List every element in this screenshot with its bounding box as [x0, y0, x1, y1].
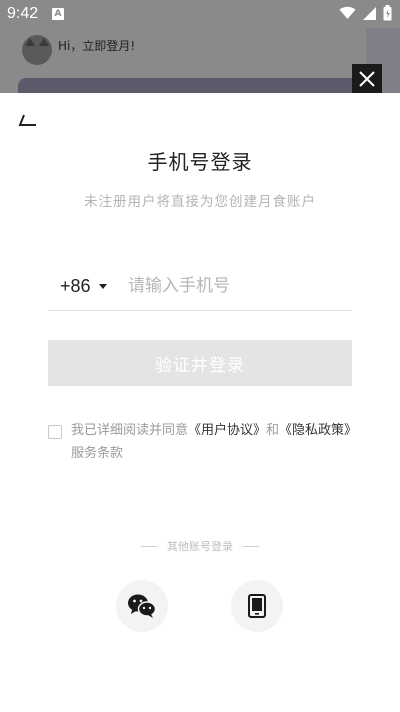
country-code: +86 [60, 275, 91, 296]
agreement: 我已详细阅读并同意《用户协议》和《隐私政策》服务条款 [48, 419, 358, 465]
privacy-policy-link[interactable]: 《隐私政策》 [279, 423, 357, 438]
status-bar: 9:42 A [0, 0, 400, 28]
caret-down-icon [98, 283, 107, 289]
phone-row: +86 [48, 263, 352, 311]
background-card [18, 78, 380, 93]
other-login-divider: 其他账号登录 [0, 538, 400, 554]
wifi-icon [339, 6, 356, 19]
other-login-label: 其他账号登录 [167, 540, 233, 553]
agreement-prefix: 我已详细阅读并同意 [71, 423, 189, 438]
close-button[interactable] [352, 64, 382, 94]
agreement-suffix: 服务条款 [71, 446, 124, 461]
phone-icon [248, 594, 266, 618]
back-button[interactable] [16, 109, 42, 129]
status-icons [339, 5, 392, 21]
login-sheet: 手机号登录 未注册用户将直接为您创建月食账户 +86 验证并登录 我已详细阅读并… [0, 93, 400, 712]
close-icon [359, 71, 375, 87]
verify-login-button[interactable]: 验证并登录 [48, 340, 352, 386]
cat-avatar-icon [22, 35, 52, 65]
greeting-text: Hi，立即登月! [58, 39, 136, 53]
background-app: 9:42 A Hi，立即登月! [0, 0, 400, 93]
divider-line [141, 545, 157, 547]
back-arrow-icon [18, 114, 36, 126]
signal-icon [363, 6, 376, 20]
phone-input[interactable] [128, 271, 350, 301]
wechat-icon [128, 594, 157, 618]
country-code-selector[interactable]: +86 [60, 273, 107, 299]
battery-icon [383, 5, 392, 21]
status-time: 9:42 [7, 5, 39, 22]
notification-icon: A [52, 8, 64, 20]
user-agreement-link[interactable]: 《用户协议》 [188, 423, 266, 438]
agreement-and: 和 [266, 423, 280, 438]
agree-checkbox[interactable] [48, 425, 62, 439]
phone-login-button[interactable] [231, 580, 283, 632]
page-subtitle: 未注册用户将直接为您创建月食账户 [84, 194, 316, 210]
divider-line [243, 545, 259, 547]
page-title: 手机号登录 [147, 150, 253, 174]
wechat-login-button[interactable] [116, 580, 168, 632]
agreement-text: 我已详细阅读并同意《用户协议》和《隐私政策》服务条款 [71, 419, 358, 465]
